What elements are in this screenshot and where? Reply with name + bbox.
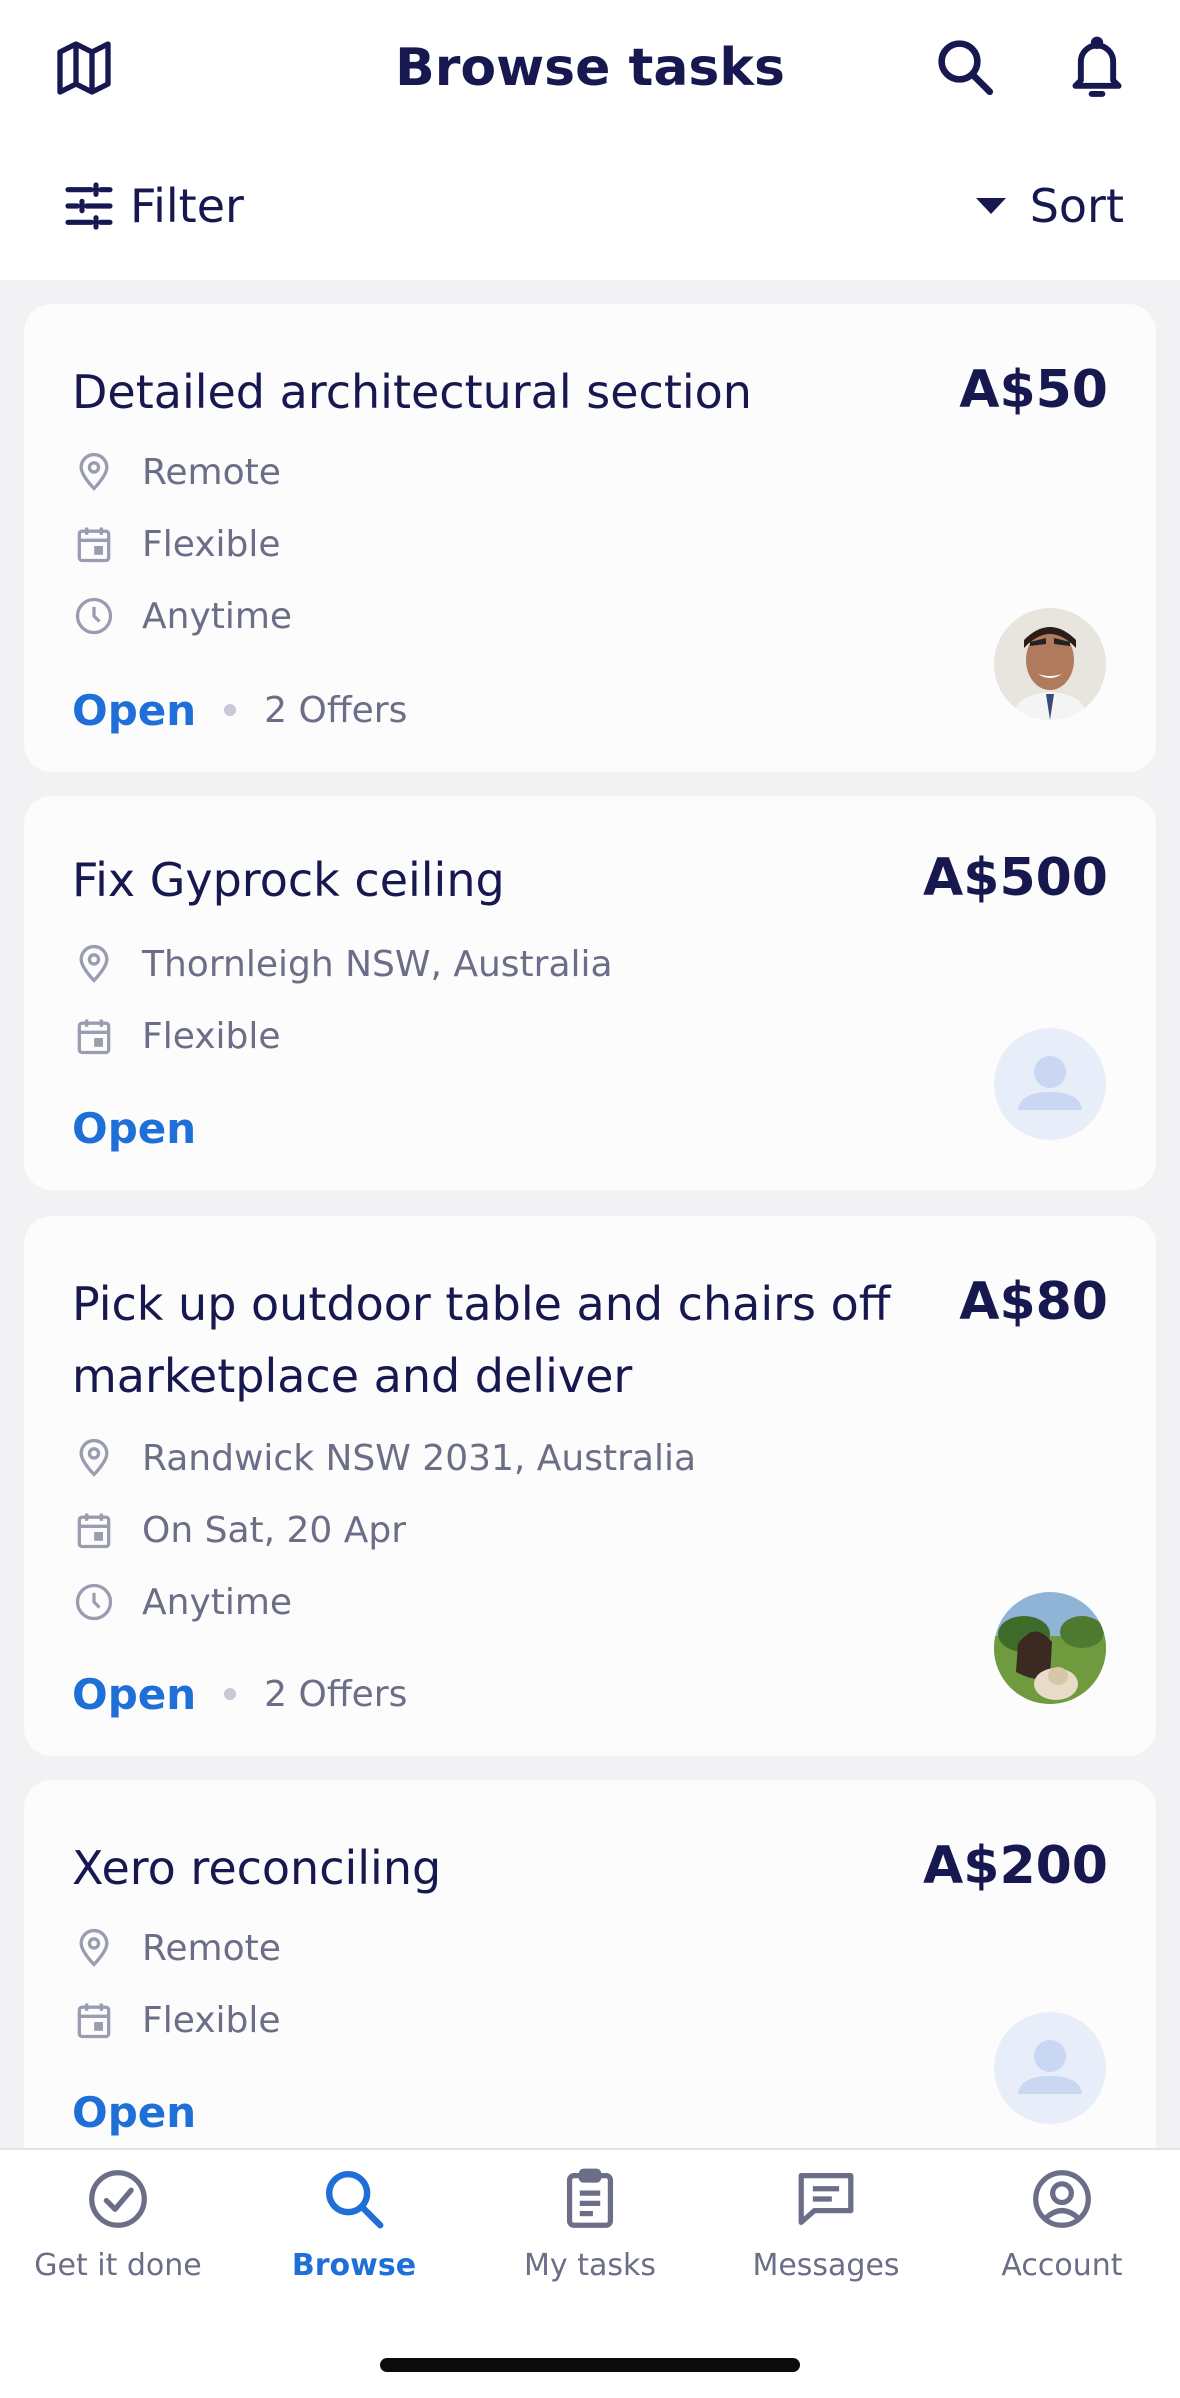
tab-get-it-done[interactable]: Get it done: [0, 2164, 236, 2283]
task-card[interactable]: Xero reconciling A$200 Remote Flexible O…: [24, 1780, 1156, 2174]
task-title: Xero reconciling: [72, 1841, 442, 1895]
separator-dot: [224, 1688, 237, 1700]
offers-count: 2 Offers: [264, 689, 408, 731]
home-indicator: [380, 2358, 800, 2372]
tab-browse[interactable]: Browse: [236, 2164, 472, 2283]
task-location: Remote: [72, 442, 281, 502]
task-price: A$50: [959, 360, 1108, 420]
task-price: A$500: [923, 848, 1108, 908]
filter-label: Filter: [130, 179, 244, 233]
check-circle-icon: [89, 2170, 147, 2228]
task-title: Pick up outdoor table and chairs off mar…: [72, 1277, 891, 1403]
task-date: Flexible: [72, 1006, 281, 1066]
task-card[interactable]: Pick up outdoor table and chairs off mar…: [24, 1216, 1156, 1756]
status-badge: Open: [72, 1103, 197, 1153]
tab-account[interactable]: Account: [944, 2164, 1180, 2283]
tab-messages[interactable]: Messages: [708, 2164, 944, 2283]
account-icon: [1033, 2170, 1091, 2228]
caret-down-icon: [975, 198, 1006, 214]
clock-icon: [75, 597, 113, 635]
task-status-row: Open: [72, 1098, 196, 1158]
task-location: Remote: [72, 1918, 281, 1978]
task-location: Randwick NSW 2031, Australia: [72, 1428, 696, 1488]
task-date: Flexible: [72, 1990, 281, 2050]
clock-icon: [75, 1583, 113, 1621]
task-title: Fix Gyprock ceiling: [72, 853, 505, 907]
filter-sliders-icon: [65, 182, 113, 230]
filter-button[interactable]: Filter: [60, 170, 244, 242]
location-pin-icon: [79, 452, 109, 491]
task-time: Anytime: [72, 586, 292, 646]
task-time: Anytime: [72, 1572, 292, 1632]
search-icon: [326, 2171, 384, 2229]
task-location: Thornleigh NSW, Australia: [72, 934, 613, 994]
location-pin-icon: [79, 1928, 109, 1967]
calendar-icon: [77, 2003, 111, 2039]
sort-button[interactable]: Sort: [974, 170, 1124, 242]
clipboard-icon: [566, 2168, 614, 2228]
person-placeholder-icon: [1018, 1056, 1082, 1110]
task-date: Flexible: [72, 514, 281, 574]
message-icon: [798, 2173, 854, 2225]
status-badge: Open: [72, 2087, 197, 2137]
status-badge: Open: [72, 1669, 197, 1719]
poster-avatar[interactable]: [994, 2012, 1106, 2124]
top-bar: Browse tasks: [0, 0, 1180, 135]
calendar-icon: [77, 1019, 111, 1055]
calendar-icon: [77, 527, 111, 563]
person-placeholder-icon: [1018, 2040, 1082, 2094]
status-badge: Open: [72, 685, 197, 735]
tab-my-tasks[interactable]: My tasks: [472, 2164, 708, 2283]
location-pin-icon: [79, 944, 109, 983]
task-card[interactable]: Detailed architectural section A$50 Remo…: [24, 304, 1156, 772]
task-title: Detailed architectural section: [72, 365, 752, 419]
separator-dot: [224, 704, 237, 716]
header: Browse tasks Filter Sort: [0, 0, 1180, 280]
task-status-row: Open: [72, 2082, 196, 2142]
calendar-icon: [77, 1513, 111, 1549]
location-pin-icon: [79, 1438, 109, 1477]
offers-count: 2 Offers: [264, 1673, 408, 1715]
search-icon[interactable]: [932, 34, 998, 100]
poster-avatar[interactable]: [994, 1592, 1106, 1704]
task-status-row: Open 2 Offers: [72, 1664, 407, 1724]
sort-label: Sort: [1029, 179, 1124, 233]
bell-icon[interactable]: [1064, 32, 1130, 102]
poster-avatar[interactable]: [994, 608, 1106, 720]
page-title: Browse tasks: [395, 38, 785, 98]
poster-avatar[interactable]: [994, 1028, 1106, 1140]
task-card[interactable]: Fix Gyprock ceiling A$500 Thornleigh NSW…: [24, 796, 1156, 1190]
task-price: A$80: [959, 1272, 1108, 1332]
task-date: On Sat, 20 Apr: [72, 1500, 406, 1560]
task-status-row: Open 2 Offers: [72, 680, 407, 740]
task-price: A$200: [923, 1836, 1108, 1896]
